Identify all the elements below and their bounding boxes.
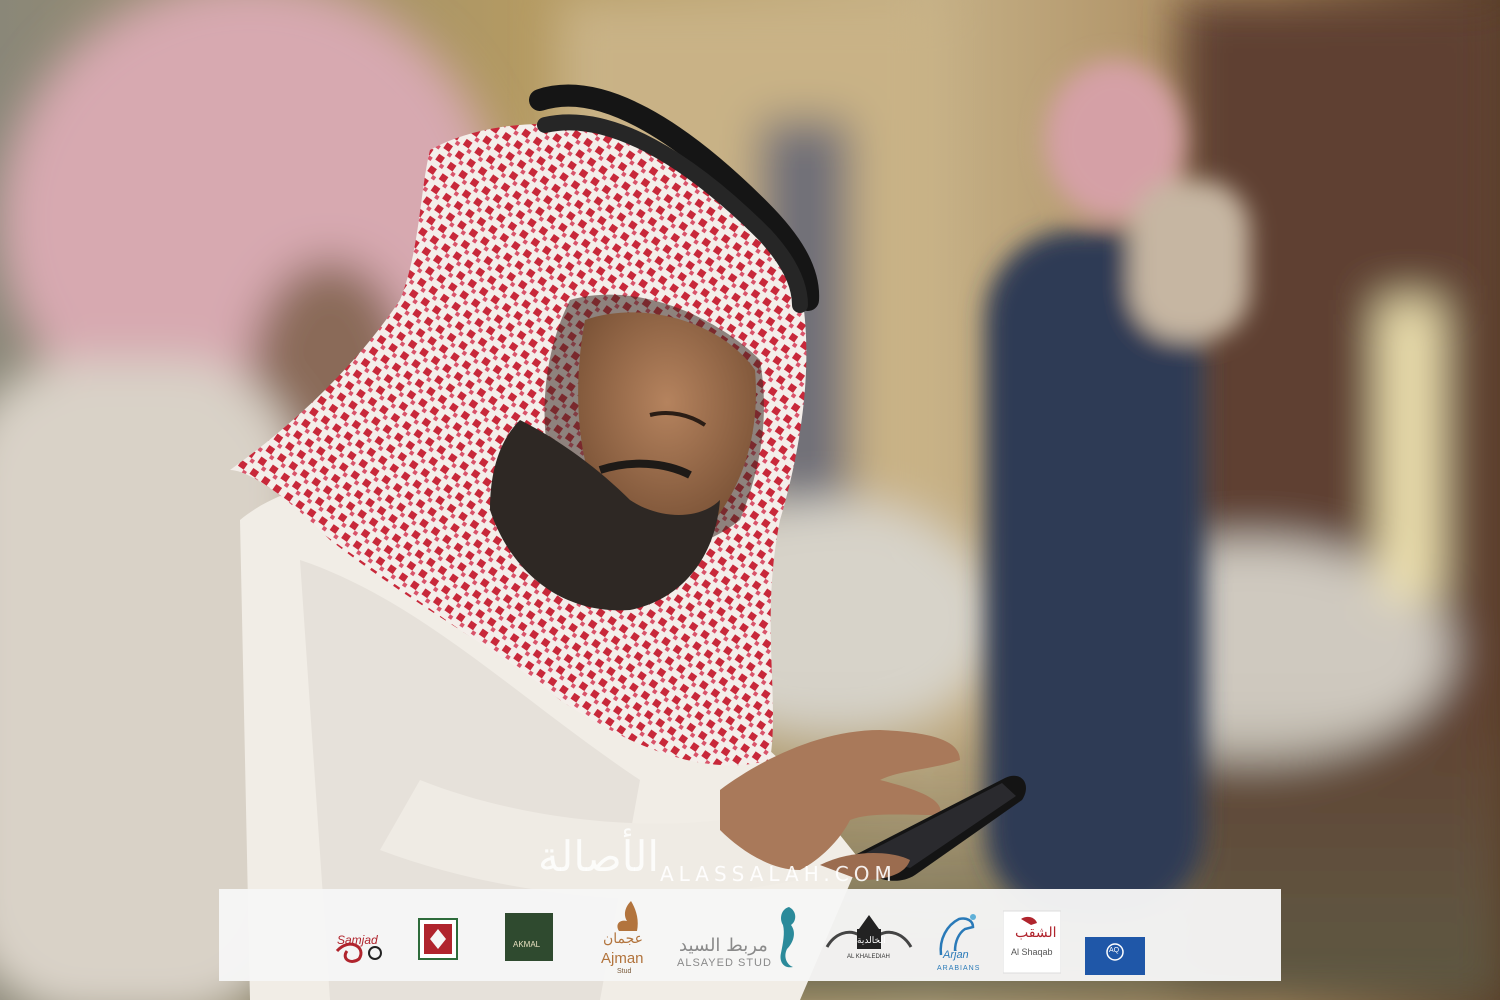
ajman-stud-logo: عجمان Ajman Stud	[597, 889, 661, 981]
alsayed-stud-logo: مربط السيد ALSAYED STUD	[673, 889, 813, 981]
shield-crest-logo	[415, 889, 461, 981]
arjan-arabians-logo: Arjan ARABIANS	[929, 889, 985, 981]
al-khalediah-logo: الخالدية AL KHALEDIAH	[819, 889, 919, 981]
al-shaqab-logo: الشقب Al Shaqab	[1002, 889, 1062, 981]
sponsor-logo-bar: Samjad AKMAL عجمان Ajman Stud مربط السيد…	[219, 889, 1281, 981]
samjad-logo: Samjad	[329, 889, 399, 981]
al-qudra-stud-logo: AQ	[1085, 889, 1145, 981]
site-watermark: الأصالة ALASSALAH.COM	[530, 832, 970, 892]
photo-stage: الأصالة ALASSALAH.COM Samjad AKMAL عجمان…	[0, 0, 1500, 1000]
watermark-url: ALASSALAH.COM	[660, 862, 897, 886]
akmal-logo: AKMAL	[505, 889, 553, 981]
watermark-arabic-logo: الأصالة	[538, 832, 661, 881]
